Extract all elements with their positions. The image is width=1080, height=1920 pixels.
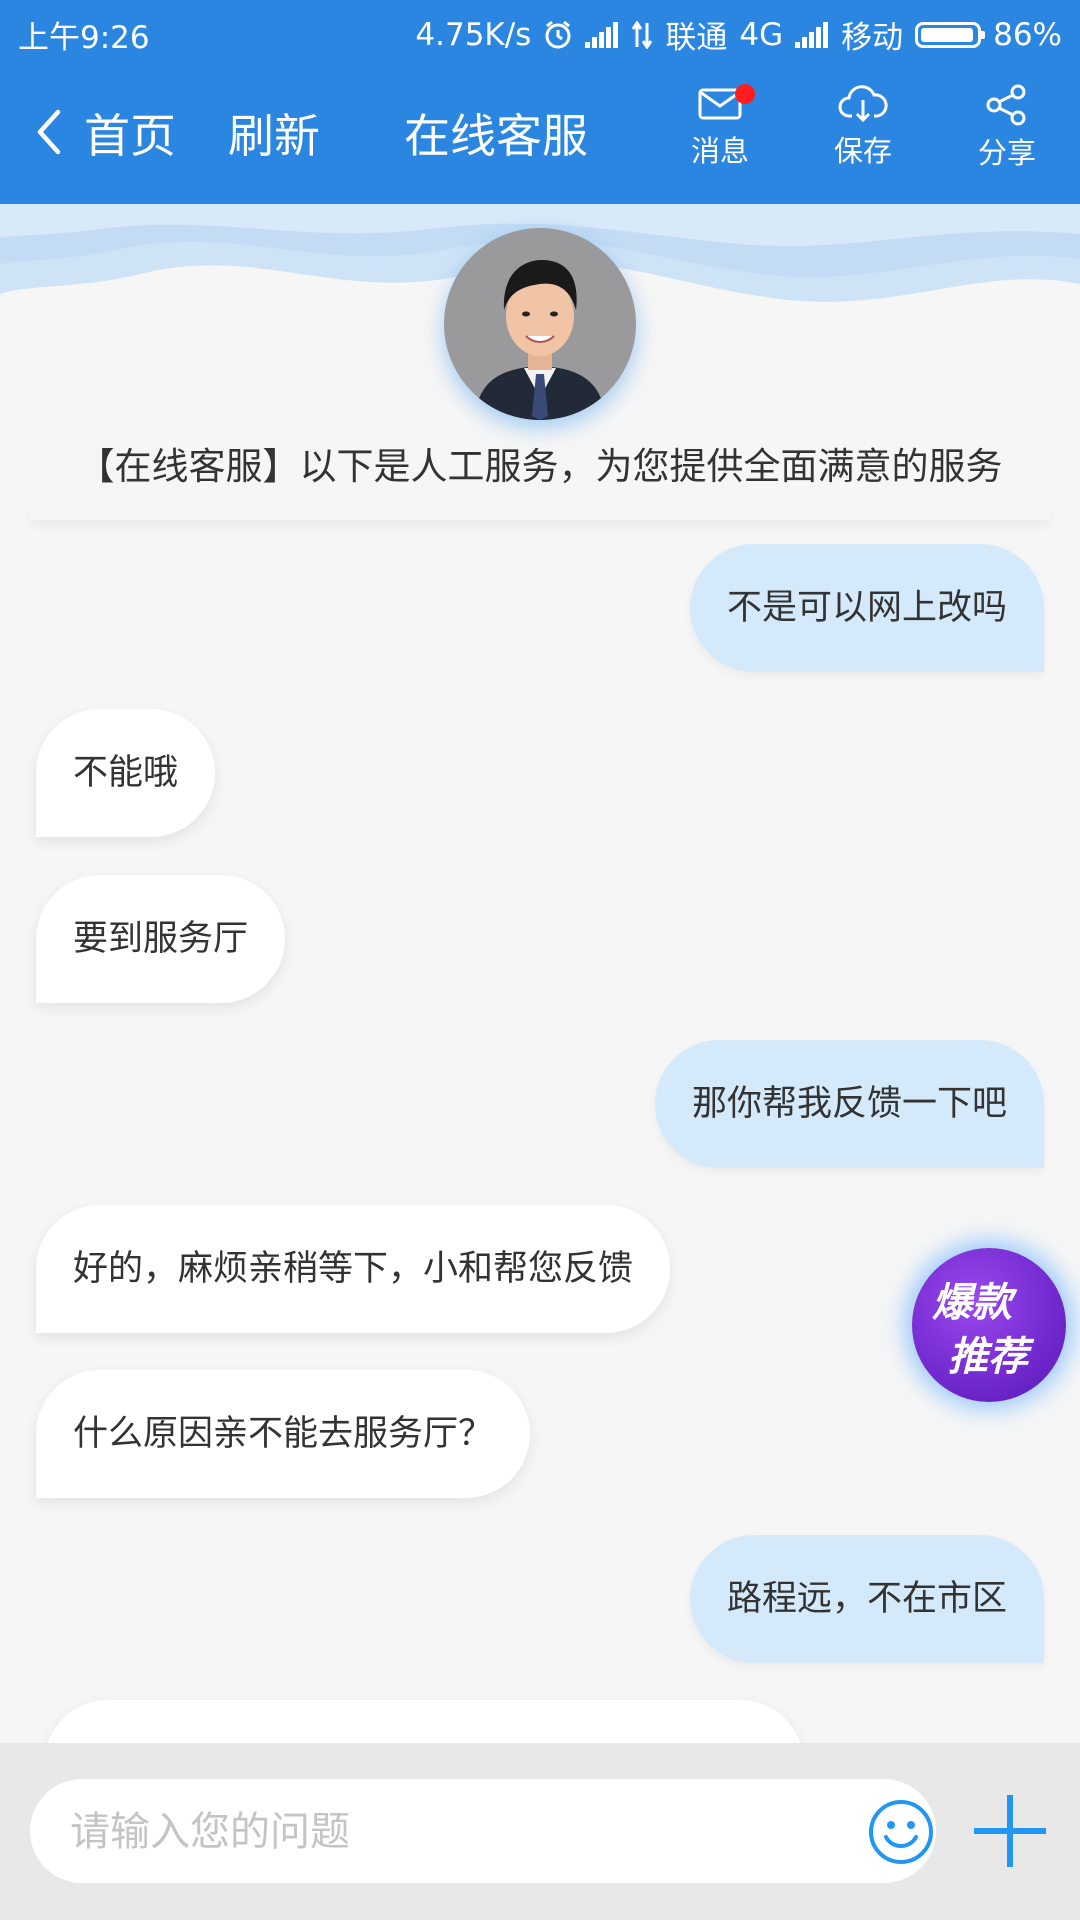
user-message-bubble: 路程远，不在市区 <box>689 1535 1044 1663</box>
message-input-box <box>30 1779 936 1883</box>
status-right-group: 4.75K/s 联通 4G 移动 86% <box>415 12 1062 57</box>
input-bar <box>0 1743 1080 1920</box>
divider <box>30 508 1050 520</box>
agent-message-bubble: 什么原因亲不能去服务厅？ <box>36 1370 531 1498</box>
page-title: 在线客服 <box>404 109 588 163</box>
battery-icon <box>915 21 986 48</box>
person-portrait-icon <box>444 228 636 420</box>
share-button[interactable]: 分享 <box>952 84 1062 172</box>
messages-button[interactable]: 消息 <box>665 84 775 170</box>
home-link[interactable]: 首页 <box>84 100 176 166</box>
promo-line-2: 推荐 <box>948 1334 1028 1380</box>
network-type: 4G <box>739 16 784 53</box>
service-intro-text: 【在线客服】以下是人工服务，为您提供全面满意的服务 <box>77 445 1003 488</box>
share-label: 分享 <box>977 136 1036 170</box>
unread-badge <box>735 84 755 104</box>
agent-message-bubble: 好的，麻烦亲稍等下，小和帮您反馈 <box>36 1205 671 1333</box>
battery-level: 86% <box>993 16 1062 53</box>
messages-label: 消息 <box>690 134 749 168</box>
agent-avatar <box>444 228 636 420</box>
signal-icon <box>795 21 829 48</box>
save-button[interactable]: 保存 <box>808 84 918 170</box>
carrier-2: 移动 <box>841 20 904 56</box>
promo-line-1: 爆款 <box>932 1280 1012 1326</box>
signal-icon <box>585 21 619 48</box>
cloud-download-icon <box>838 85 888 123</box>
data-arrows-icon <box>632 20 653 49</box>
plus-icon[interactable] <box>970 1791 1050 1871</box>
save-label: 保存 <box>833 134 892 168</box>
user-message-bubble: 那你帮我反馈一下吧 <box>654 1040 1044 1168</box>
nav-bar: 首页 刷新 在线客服 消息 保存 分享 <box>0 62 1080 204</box>
carrier-1: 联通 <box>665 20 728 56</box>
agent-message-bubble: 要到服务厅 <box>36 875 286 1003</box>
smiley-icon[interactable] <box>868 1799 934 1865</box>
alarm-icon <box>545 20 571 48</box>
hot-recommend-button[interactable]: 爆款 推荐 <box>912 1248 1066 1402</box>
status-time: 上午9:26 <box>18 20 150 56</box>
network-speed: 4.75K/s <box>415 16 532 53</box>
agent-message-bubble: 不能哦 <box>36 709 216 837</box>
share-icon <box>986 84 1026 126</box>
status-bar: 上午9:26 4.75K/s 联通 4G 移动 86% <box>0 0 1080 62</box>
refresh-link[interactable]: 刷新 <box>228 100 320 166</box>
user-message-bubble: 不是可以网上改吗 <box>689 544 1044 672</box>
message-input[interactable] <box>68 1793 832 1871</box>
chevron-left-icon[interactable] <box>28 106 68 158</box>
